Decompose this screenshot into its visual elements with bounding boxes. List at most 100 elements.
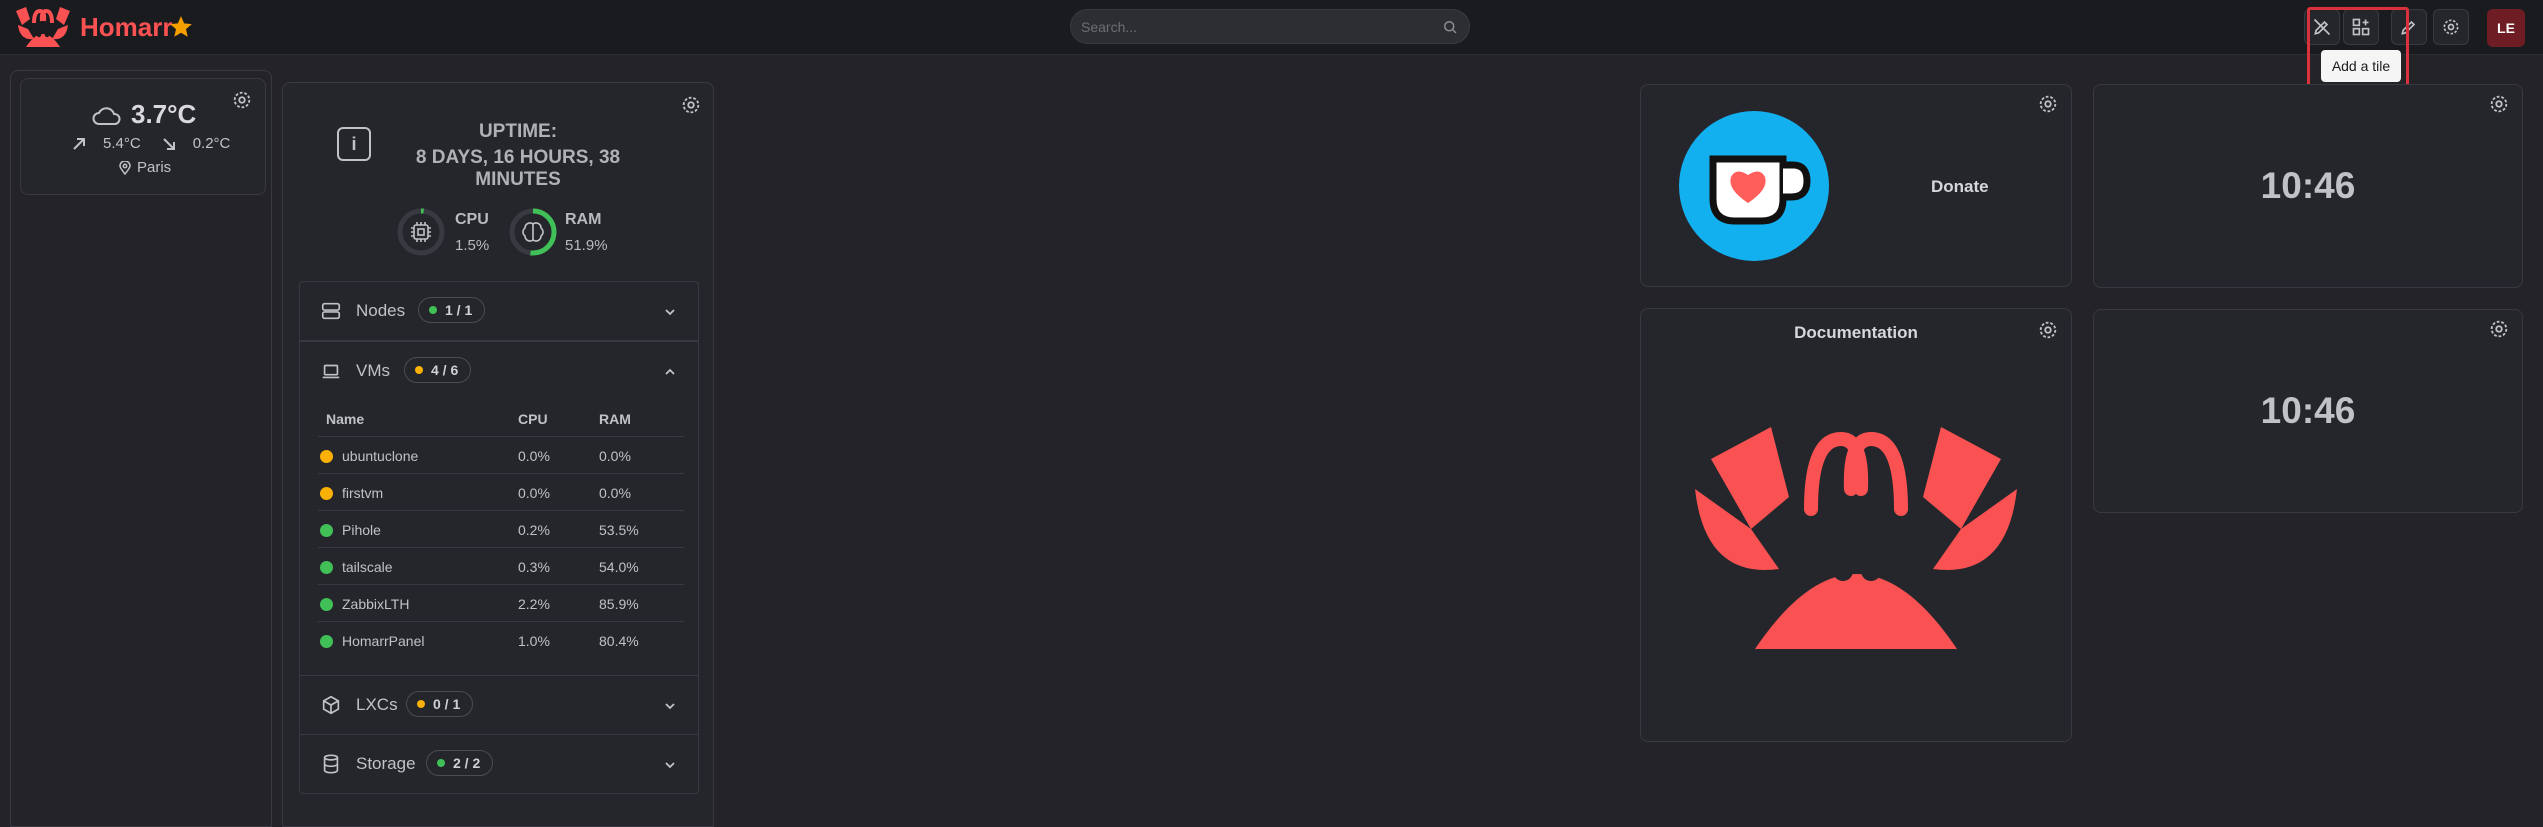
chevron-down-icon[interactable] (662, 698, 678, 714)
search-input[interactable] (1081, 10, 1421, 43)
weather-city: Paris (137, 159, 172, 176)
vm-name: ZabbixLTH (342, 596, 410, 612)
storage-title: Storage (356, 754, 416, 773)
storage-section[interactable]: Storage 2 / 2 (299, 734, 699, 794)
status-dot (320, 487, 333, 500)
location-pin-icon (119, 160, 131, 175)
nodes-badge: 1 / 1 (418, 297, 486, 323)
ram-value: 51.9% (565, 237, 608, 254)
add-tile-tooltip: Add a tile (2321, 50, 2401, 82)
arrow-down-right-icon (162, 137, 175, 150)
col-ram: RAM (599, 411, 631, 427)
vm-ram: 54.0% (599, 559, 639, 575)
status-dot (415, 366, 423, 374)
settings-icon (2443, 19, 2459, 35)
storage-count: 2 / 2 (453, 755, 481, 771)
vms-badge: 4 / 6 (404, 357, 472, 383)
lxcs-title: LXCs (356, 695, 398, 714)
vm-ram: 80.4% (599, 633, 639, 649)
cloud-icon (92, 106, 121, 125)
status-dot (437, 759, 445, 767)
lxcs-badge: 0 / 1 (406, 691, 474, 717)
clock-widget-2: 10:46 (2093, 309, 2523, 513)
clock-time: 10:46 (2260, 390, 2356, 431)
brain-icon (522, 222, 544, 242)
nodes-section[interactable]: Nodes 1 / 1 (299, 281, 699, 341)
vm-cpu: 0.0% (518, 448, 550, 464)
arrow-up-right-icon (73, 137, 85, 150)
vm-name: HomarrPanel (342, 633, 425, 649)
vm-cpu: 1.0% (518, 633, 550, 649)
table-row[interactable]: HomarrPanel 1.0% 80.4% (318, 621, 684, 658)
cpu-value: 1.5% (455, 237, 490, 254)
lxcs-section[interactable]: LXCs 0 / 1 (299, 675, 699, 735)
nodes-title: Nodes (356, 301, 406, 320)
settings-button[interactable] (2433, 9, 2469, 45)
vm-name: tailscale (342, 559, 393, 575)
chevron-down-icon[interactable] (662, 757, 678, 773)
box-icon (322, 695, 340, 715)
weather-low: 0.2°C (192, 135, 231, 152)
weather-high: 5.4°C (103, 135, 141, 152)
vm-name: firstvm (342, 485, 384, 501)
system-health-widget: i UPTIME: 8 DAYS, 16 HOURS, 38 MINUTES C… (282, 82, 714, 827)
vm-cpu: 0.2% (518, 522, 550, 538)
table-row[interactable]: ubuntuclone 0.0% 0.0% (318, 436, 684, 473)
chevron-down-icon[interactable] (662, 304, 678, 320)
ram-label: RAM (565, 211, 602, 228)
vm-cpu: 0.3% (518, 559, 550, 575)
brand-name[interactable]: Homarr (80, 12, 172, 43)
col-name: Name (326, 411, 365, 427)
chevron-up-icon[interactable] (662, 364, 678, 380)
clock-settings-icon[interactable] (2488, 318, 2510, 340)
server-icon (321, 302, 341, 320)
vm-ram: 53.5% (599, 522, 639, 538)
ram-ring (509, 208, 557, 256)
documentation-tile[interactable]: Documentation (1640, 308, 2072, 742)
clock-settings-icon[interactable] (2488, 93, 2510, 115)
search-icon[interactable] (1441, 18, 1459, 36)
storage-badge: 2 / 2 (426, 750, 494, 776)
table-row[interactable]: ZabbixLTH 2.2% 85.9% (318, 584, 684, 621)
status-dot (417, 700, 425, 708)
weather-settings-icon[interactable] (231, 89, 253, 111)
table-row[interactable]: tailscale 0.3% 54.0% (318, 547, 684, 584)
vm-ram: 85.9% (599, 596, 639, 612)
donate-tile[interactable]: Donate (1640, 84, 2072, 287)
homarr-crab-icon (1695, 427, 2017, 649)
status-dot (320, 524, 333, 537)
table-row[interactable]: Pihole 0.2% 53.5% (318, 510, 684, 547)
info-icon: i (337, 127, 371, 161)
star-icon (170, 16, 192, 37)
weather-temperature: 3.7°C (131, 99, 197, 129)
uptime-value: 8 DAYS, 16 HOURS, 38 MINUTES (415, 147, 621, 190)
donate-settings-icon[interactable] (2037, 93, 2059, 115)
system-settings-icon[interactable] (680, 94, 702, 116)
vm-cpu: 2.2% (518, 596, 550, 612)
lxcs-count: 0 / 1 (433, 696, 461, 712)
vm-ram: 0.0% (599, 448, 631, 464)
search-bar[interactable] (1070, 9, 1470, 44)
user-avatar[interactable]: LE (2487, 9, 2525, 47)
weather-widget: 3.7°C 5.4°C 0.2°C Paris (20, 78, 266, 195)
top-header: Homarr LE (0, 0, 2543, 55)
clock-widget-1: 10:46 (2093, 84, 2523, 288)
status-dot (320, 561, 333, 574)
cpu-ring (397, 208, 445, 256)
vms-section[interactable]: VMs 4 / 6 (299, 341, 699, 401)
status-dot (320, 598, 333, 611)
vms-title: VMs (356, 361, 390, 380)
status-dot (429, 306, 437, 314)
ko-fi-cup-icon (1679, 111, 1829, 261)
table-row[interactable]: firstvm 0.0% 0.0% (318, 473, 684, 510)
database-icon (323, 754, 339, 774)
documentation-label: Documentation (1794, 323, 1918, 342)
homarr-logo-icon[interactable] (12, 5, 74, 50)
col-cpu: CPU (518, 411, 548, 427)
vm-ram: 0.0% (599, 485, 631, 501)
vm-name: Pihole (342, 522, 381, 538)
vm-cpu: 0.0% (518, 485, 550, 501)
vm-name: ubuntuclone (342, 448, 419, 464)
cpu-label: CPU (455, 211, 489, 228)
clock-time: 10:46 (2260, 165, 2356, 206)
